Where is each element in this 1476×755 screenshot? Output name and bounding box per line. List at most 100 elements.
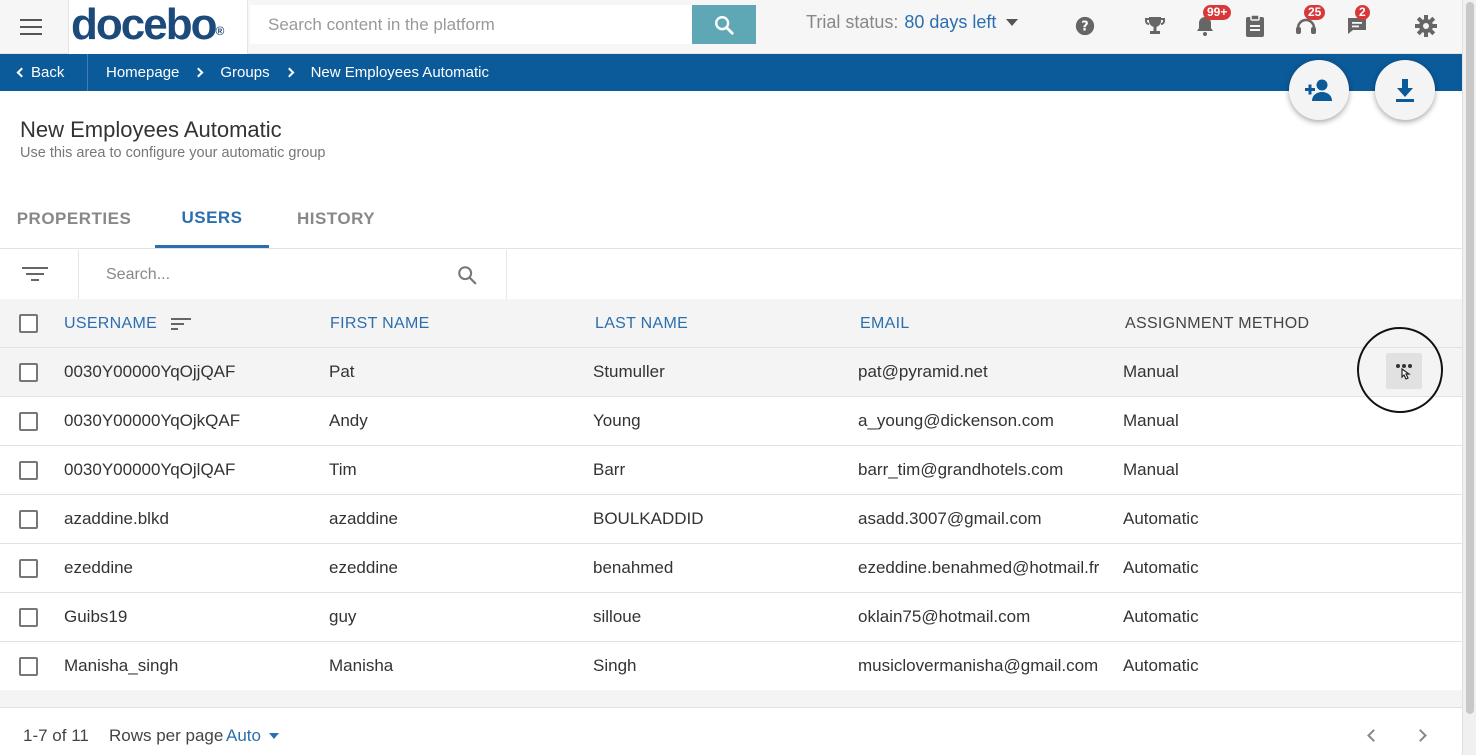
rows-per-page-value: Auto bbox=[226, 726, 261, 745]
table-row[interactable]: azaddine.blkd azaddine BOULKADDID asadd.… bbox=[0, 495, 1462, 544]
table-row[interactable]: Manisha_singh Manisha Singh musicloverma… bbox=[0, 642, 1462, 691]
click-indicator bbox=[1357, 327, 1443, 413]
row-checkbox[interactable] bbox=[19, 608, 38, 627]
cell-email: oklain75@hotmail.com bbox=[858, 607, 1031, 626]
table-search-input[interactable] bbox=[79, 250, 506, 299]
prev-page-button[interactable] bbox=[1364, 726, 1380, 746]
global-search-input[interactable] bbox=[250, 5, 692, 44]
support-badge: 25 bbox=[1304, 5, 1326, 20]
download-icon bbox=[1396, 79, 1414, 102]
breadcrumb-homepage[interactable]: Homepage bbox=[106, 64, 179, 81]
row-checkbox[interactable] bbox=[19, 657, 38, 676]
cell-username: 0030Y00000YqOjjQAF bbox=[64, 362, 236, 381]
breadcrumb-groups[interactable]: Groups bbox=[220, 64, 269, 81]
page-scrollbar[interactable] bbox=[1462, 0, 1476, 755]
help-button[interactable]: ? bbox=[1071, 12, 1099, 40]
cell-username: Guibs19 bbox=[64, 607, 128, 626]
table-row[interactable]: 0030Y00000YqOjlQAF Tim Barr barr_tim@gra… bbox=[0, 446, 1462, 495]
chevron-right-icon bbox=[193, 67, 204, 78]
trophy-icon bbox=[1145, 17, 1165, 34]
menu-icon[interactable] bbox=[0, 0, 62, 54]
gear-icon bbox=[1415, 15, 1437, 37]
cell-assignment: Automatic bbox=[1123, 509, 1199, 528]
column-username[interactable]: USERNAME bbox=[64, 299, 192, 348]
logo-mark: ® bbox=[215, 24, 225, 38]
row-checkbox[interactable] bbox=[19, 461, 38, 480]
breadcrumb: Back Homepage Groups New Employees Autom… bbox=[0, 54, 1462, 91]
tab-properties[interactable]: PROPERTIES bbox=[0, 190, 148, 248]
trial-status-dropdown[interactable]: Trial status: 80 days left bbox=[806, 12, 1019, 33]
rows-per-page-label: Rows per page bbox=[109, 726, 224, 745]
tab-history[interactable]: HISTORY bbox=[283, 190, 389, 248]
cell-last-name: Stumuller bbox=[593, 362, 665, 381]
back-button[interactable]: Back bbox=[0, 54, 88, 91]
trial-days: 80 days left bbox=[904, 12, 997, 32]
table-header: USERNAME FIRST NAME LAST NAME EMAIL ASSI… bbox=[0, 299, 1462, 348]
logo[interactable]: docebo® bbox=[68, 0, 248, 54]
filter-icon[interactable] bbox=[22, 264, 48, 284]
cell-last-name: Singh bbox=[593, 656, 637, 675]
column-last-name[interactable]: LAST NAME bbox=[595, 299, 688, 348]
cell-assignment: Automatic bbox=[1123, 558, 1199, 577]
row-checkbox[interactable] bbox=[19, 510, 38, 529]
chevron-left-icon bbox=[16, 67, 27, 78]
cell-first-name: Tim bbox=[329, 460, 357, 479]
rows-per-page-select[interactable]: Auto bbox=[226, 726, 279, 746]
cell-email: barr_tim@grandhotels.com bbox=[858, 460, 1064, 479]
tab-users[interactable]: USERS bbox=[155, 190, 269, 248]
row-checkbox[interactable] bbox=[19, 412, 38, 431]
global-search bbox=[250, 5, 692, 44]
cell-email: a_young@dickenson.com bbox=[858, 411, 1054, 430]
gamification-button[interactable] bbox=[1141, 12, 1169, 40]
cell-username: 0030Y00000YqOjkQAF bbox=[64, 411, 241, 430]
notifications-badge: 99+ bbox=[1203, 5, 1232, 20]
table-row[interactable]: ezeddine ezeddine benahmed ezeddine.bena… bbox=[0, 544, 1462, 593]
back-label: Back bbox=[31, 64, 65, 81]
next-page-button[interactable] bbox=[1414, 726, 1432, 746]
support-button[interactable]: 25 bbox=[1292, 5, 1326, 40]
cell-assignment: Manual bbox=[1123, 460, 1179, 479]
cell-last-name: BOULKADDID bbox=[593, 509, 704, 528]
trial-label: Trial status: bbox=[806, 12, 899, 32]
row-checkbox[interactable] bbox=[19, 559, 38, 578]
download-button[interactable] bbox=[1375, 60, 1435, 120]
column-username-label: USERNAME bbox=[64, 314, 158, 332]
cell-assignment: Manual bbox=[1123, 411, 1179, 430]
notifications-button[interactable]: 99+ bbox=[1191, 5, 1232, 40]
cell-first-name: Pat bbox=[329, 362, 355, 381]
cell-first-name: Andy bbox=[329, 411, 368, 430]
cell-username: Manisha_singh bbox=[64, 656, 179, 675]
search-icon[interactable] bbox=[456, 264, 478, 286]
select-all-checkbox[interactable] bbox=[19, 314, 38, 333]
cell-first-name: guy bbox=[329, 607, 357, 626]
column-first-name[interactable]: FIRST NAME bbox=[330, 299, 430, 348]
cell-assignment: Automatic bbox=[1123, 607, 1199, 626]
table-row[interactable]: 0030Y00000YqOjkQAF Andy Young a_young@di… bbox=[0, 397, 1462, 446]
table-row[interactable]: 0030Y00000YqOjjQAF Pat Stumuller pat@pyr… bbox=[0, 348, 1462, 397]
tasks-button[interactable] bbox=[1241, 12, 1269, 40]
table-row[interactable]: Guibs19 guy silloue oklain75@hotmail.com… bbox=[0, 593, 1462, 642]
column-assignment-method: ASSIGNMENT METHOD bbox=[1125, 314, 1310, 332]
cell-last-name: Barr bbox=[593, 460, 626, 479]
caret-down-icon bbox=[268, 733, 279, 739]
scrollbar-thumb[interactable] bbox=[1466, 2, 1474, 714]
search-button[interactable] bbox=[692, 5, 756, 44]
cell-assignment: Automatic bbox=[1123, 656, 1199, 675]
settings-button[interactable] bbox=[1412, 12, 1440, 40]
pagination-footer: 1-7 of 11 Rows per page Auto bbox=[0, 707, 1462, 755]
row-checkbox[interactable] bbox=[19, 363, 38, 382]
add-user-button[interactable] bbox=[1289, 60, 1349, 120]
messages-button[interactable]: 2 bbox=[1343, 5, 1371, 40]
cell-username: ezeddine bbox=[64, 558, 134, 577]
table-search bbox=[78, 250, 507, 299]
caret-down-icon bbox=[1006, 19, 1019, 26]
clipboard-icon bbox=[1246, 14, 1264, 37]
sort-icon bbox=[171, 317, 192, 330]
pagination-range: 1-7 of 11 bbox=[23, 726, 89, 745]
column-email[interactable]: EMAIL bbox=[860, 299, 910, 348]
breadcrumb-current: New Employees Automatic bbox=[310, 64, 490, 81]
page-subtitle: Use this area to configure your automati… bbox=[20, 145, 326, 161]
cell-email: ezeddine.benahmed@hotmail.fr bbox=[858, 558, 1100, 577]
cell-username: azaddine.blkd bbox=[64, 509, 169, 528]
cell-email: pat@pyramid.net bbox=[858, 362, 988, 381]
